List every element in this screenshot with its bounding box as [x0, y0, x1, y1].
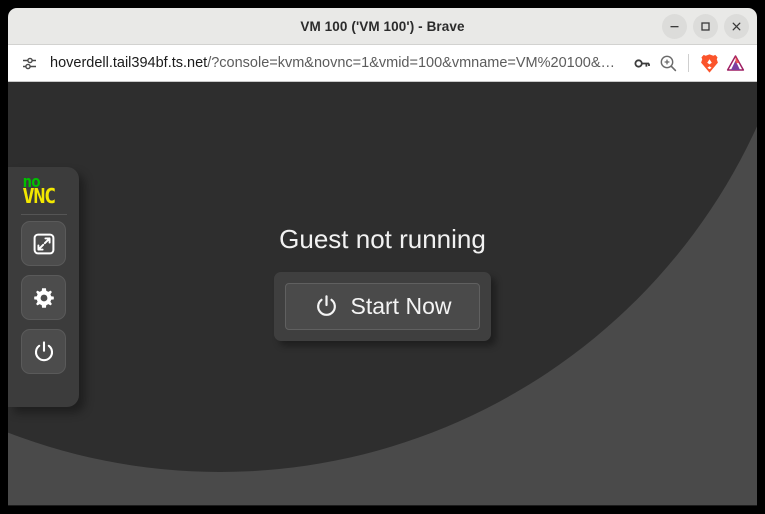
close-button[interactable] [724, 13, 749, 39]
start-button-panel: Start Now [273, 272, 492, 341]
maximize-icon [701, 21, 710, 31]
url-input[interactable]: hoverdell.tail394bf.ts.net/?console=kvm&… [50, 56, 629, 71]
expand-arrows-icon [33, 233, 54, 254]
gear-icon [33, 287, 54, 308]
address-bar[interactable]: hoverdell.tail394bf.ts.net/?console=kvm&… [8, 45, 757, 82]
minimize-button[interactable] [662, 13, 687, 39]
novnc-sidebar: no VNC [8, 167, 79, 407]
tune-sliders-icon[interactable] [19, 53, 39, 73]
start-now-button[interactable]: Start Now [284, 283, 481, 330]
guest-panel: Guest not running Start Now [8, 82, 757, 505]
title-bar[interactable]: VM 100 ('VM 100') - Brave [8, 8, 757, 45]
close-icon [732, 22, 741, 30]
guest-status-text: Guest not running [279, 224, 486, 254]
sidebar-divider [20, 214, 67, 216]
power-icon [34, 340, 53, 361]
browser-window: VM 100 ('VM 100') - Brave hoverdell.tail… [8, 8, 757, 506]
brave-lion-icon[interactable] [696, 50, 722, 76]
novnc-logo: no VNC [22, 173, 65, 209]
window-controls [662, 8, 749, 44]
maximize-button[interactable] [693, 13, 718, 39]
power-button[interactable] [21, 329, 66, 375]
bat-triangle-icon[interactable] [722, 50, 748, 76]
url-domain: hoverdell.tail394bf.ts.net [50, 55, 208, 71]
window-title: VM 100 ('VM 100') - Brave [300, 18, 465, 34]
novnc-logo-vnc: VNC [22, 184, 57, 209]
start-now-label: Start Now [350, 293, 452, 319]
password-key-icon[interactable] [629, 50, 655, 76]
power-icon [316, 295, 336, 316]
zoom-in-icon[interactable] [655, 50, 681, 76]
minimize-icon [670, 25, 679, 27]
fullscreen-button[interactable] [21, 221, 66, 267]
vnc-canvas[interactable]: Guest not running Start Now no VNC [8, 82, 757, 505]
toolbar-divider [688, 54, 689, 72]
settings-button[interactable] [21, 275, 66, 321]
url-path: /?console=kvm&novnc=1&vmid=100&vmname=VM… [207, 55, 616, 71]
